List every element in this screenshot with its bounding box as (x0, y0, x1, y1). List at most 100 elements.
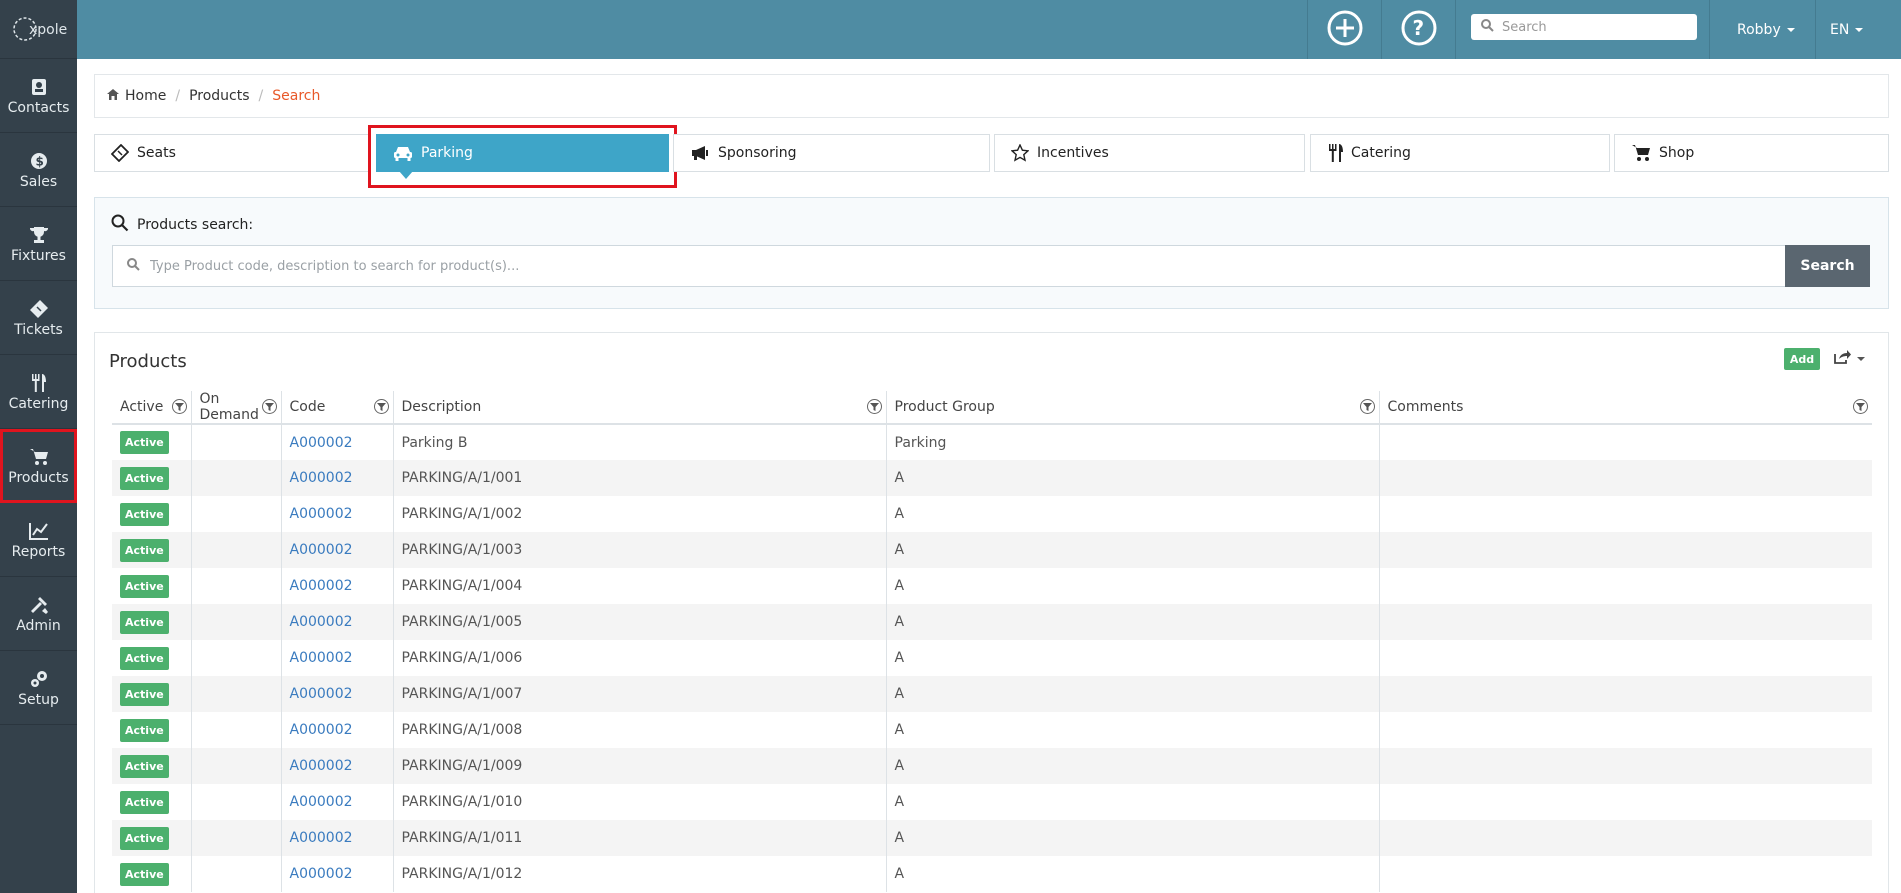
cell-product-group: A (886, 856, 1380, 892)
tab-incentives[interactable]: Incentives (994, 134, 1305, 172)
status-badge: Active (120, 431, 169, 454)
plus-circle-icon (1326, 9, 1364, 51)
table-row[interactable]: Active A000002 PARKING/A/1/009 A (112, 748, 1872, 784)
table-row[interactable]: Active A000002 PARKING/A/1/005 A (112, 604, 1872, 640)
table-row[interactable]: Active A000002 PARKING/A/1/004 A (112, 568, 1872, 604)
cell-code: A000002 (281, 424, 394, 460)
product-code-link[interactable]: A000002 (290, 542, 353, 558)
cell-on-demand (191, 568, 282, 604)
filter-icon[interactable] (261, 399, 277, 414)
breadcrumb-home[interactable]: Home (125, 88, 166, 104)
sidebar-item-admin[interactable]: Admin (0, 577, 77, 651)
help-button[interactable]: ? (1382, 0, 1455, 59)
divider (1815, 0, 1816, 59)
search-button[interactable]: Search (1785, 245, 1870, 287)
breadcrumb-products[interactable]: Products (189, 88, 249, 104)
table-row[interactable]: Active A000002 PARKING/A/1/011 A (112, 820, 1872, 856)
language-menu[interactable]: EN (1830, 0, 1864, 59)
product-code-link[interactable]: A000002 (290, 470, 353, 486)
filter-icon[interactable] (171, 399, 187, 414)
cell-product-group: A (886, 676, 1380, 712)
product-code-link[interactable]: A000002 (290, 686, 353, 702)
contacts-icon (28, 76, 50, 98)
cell-description: PARKING/A/1/004 (393, 568, 887, 604)
tab-label: Incentives (1037, 145, 1109, 161)
sidebar-item-reports[interactable]: Reports (0, 503, 77, 577)
cell-code: A000002 (281, 820, 394, 856)
table-row[interactable]: Active A000002 Parking B Parking (112, 424, 1872, 460)
column-header-product-group[interactable]: Product Group (886, 391, 1380, 425)
product-code-link[interactable]: A000002 (290, 830, 353, 846)
product-code-link[interactable]: A000002 (290, 758, 353, 774)
filter-icon[interactable] (866, 399, 882, 414)
tab-catering[interactable]: Catering (1310, 134, 1610, 172)
products-search-label: Products search: (137, 217, 254, 233)
column-header-comments[interactable]: Comments (1379, 391, 1872, 425)
app-logo[interactable]: xpole (0, 0, 77, 59)
product-code-link[interactable]: A000002 (290, 866, 353, 882)
column-header-description[interactable]: Description (393, 391, 887, 425)
column-header-on-demand[interactable]: On Demand (191, 391, 282, 425)
chevron-down-icon (1857, 357, 1865, 361)
tab-shop[interactable]: Shop (1614, 134, 1889, 172)
table-row[interactable]: Active A000002 PARKING/A/1/007 A (112, 676, 1872, 712)
filter-icon[interactable] (373, 399, 389, 414)
cell-product-group: A (886, 496, 1380, 532)
table-row[interactable]: Active A000002 PARKING/A/1/001 A (112, 460, 1872, 496)
cell-on-demand (191, 640, 282, 676)
filter-icon[interactable] (1359, 399, 1375, 414)
cell-description: PARKING/A/1/008 (393, 712, 887, 748)
products-panel: Products Add Active On Demand Code Descr… (94, 332, 1889, 893)
product-code-link[interactable]: A000002 (290, 578, 353, 594)
product-code-link[interactable]: A000002 (290, 722, 353, 738)
products-search-input[interactable] (150, 258, 1650, 274)
user-menu[interactable]: Robby (1737, 0, 1795, 59)
column-header-active[interactable]: Active (112, 391, 192, 425)
product-code-link[interactable]: A000002 (290, 614, 353, 630)
cell-on-demand (191, 856, 282, 892)
products-search-title: Products search: (111, 214, 253, 236)
sidebar-item-contacts[interactable]: Contacts (0, 59, 77, 133)
sidebar-item-products[interactable]: Products (0, 429, 77, 503)
tab-sponsoring[interactable]: Sponsoring (673, 134, 990, 172)
global-search[interactable] (1471, 14, 1697, 40)
cell-active: Active (112, 496, 192, 532)
products-search-field[interactable] (112, 245, 1786, 287)
filter-icon[interactable] (1853, 399, 1868, 414)
svg-text:xpole: xpole (29, 22, 67, 38)
sidebar-item-sales[interactable]: $ Sales (0, 133, 77, 207)
search-icon (1481, 18, 1494, 36)
column-header-code[interactable]: Code (281, 391, 394, 425)
cell-active: Active (112, 604, 192, 640)
sidebar-item-tickets[interactable]: Tickets (0, 281, 77, 355)
status-badge: Active (120, 682, 169, 706)
table-row[interactable]: Active A000002 PARKING/A/1/008 A (112, 712, 1872, 748)
create-new-button[interactable] (1308, 0, 1381, 59)
product-code-link[interactable]: A000002 (290, 650, 353, 666)
table-row[interactable]: Active A000002 PARKING/A/1/002 A (112, 496, 1872, 532)
sidebar-item-label: Sales (19, 173, 58, 190)
sidebar-item-setup[interactable]: Setup (0, 651, 77, 725)
status-badge: Active (120, 790, 169, 814)
tab-seats[interactable]: Seats (94, 134, 370, 172)
share-icon (1833, 349, 1851, 369)
table-row[interactable]: Active A000002 PARKING/A/1/003 A (112, 532, 1872, 568)
add-button[interactable]: Add (1784, 348, 1820, 370)
product-code-link[interactable]: A000002 (290, 435, 353, 451)
table-row[interactable]: Active A000002 PARKING/A/1/010 A (112, 784, 1872, 820)
global-search-input[interactable] (1502, 19, 1682, 35)
sidebar-item-catering[interactable]: Catering (0, 355, 77, 429)
cell-product-group: A (886, 532, 1380, 568)
cell-comments (1379, 532, 1872, 568)
cart-icon (1631, 144, 1651, 162)
cell-comments (1379, 712, 1872, 748)
sidebar-item-label: Setup (18, 691, 59, 708)
cell-active: Active (112, 748, 192, 784)
product-code-link[interactable]: A000002 (290, 794, 353, 810)
sidebar-item-fixtures[interactable]: Fixtures (0, 207, 77, 281)
cell-code: A000002 (281, 604, 394, 640)
product-code-link[interactable]: A000002 (290, 506, 353, 522)
table-row[interactable]: Active A000002 PARKING/A/1/012 A (112, 856, 1872, 892)
table-row[interactable]: Active A000002 PARKING/A/1/006 A (112, 640, 1872, 676)
export-button[interactable] (1833, 348, 1865, 370)
